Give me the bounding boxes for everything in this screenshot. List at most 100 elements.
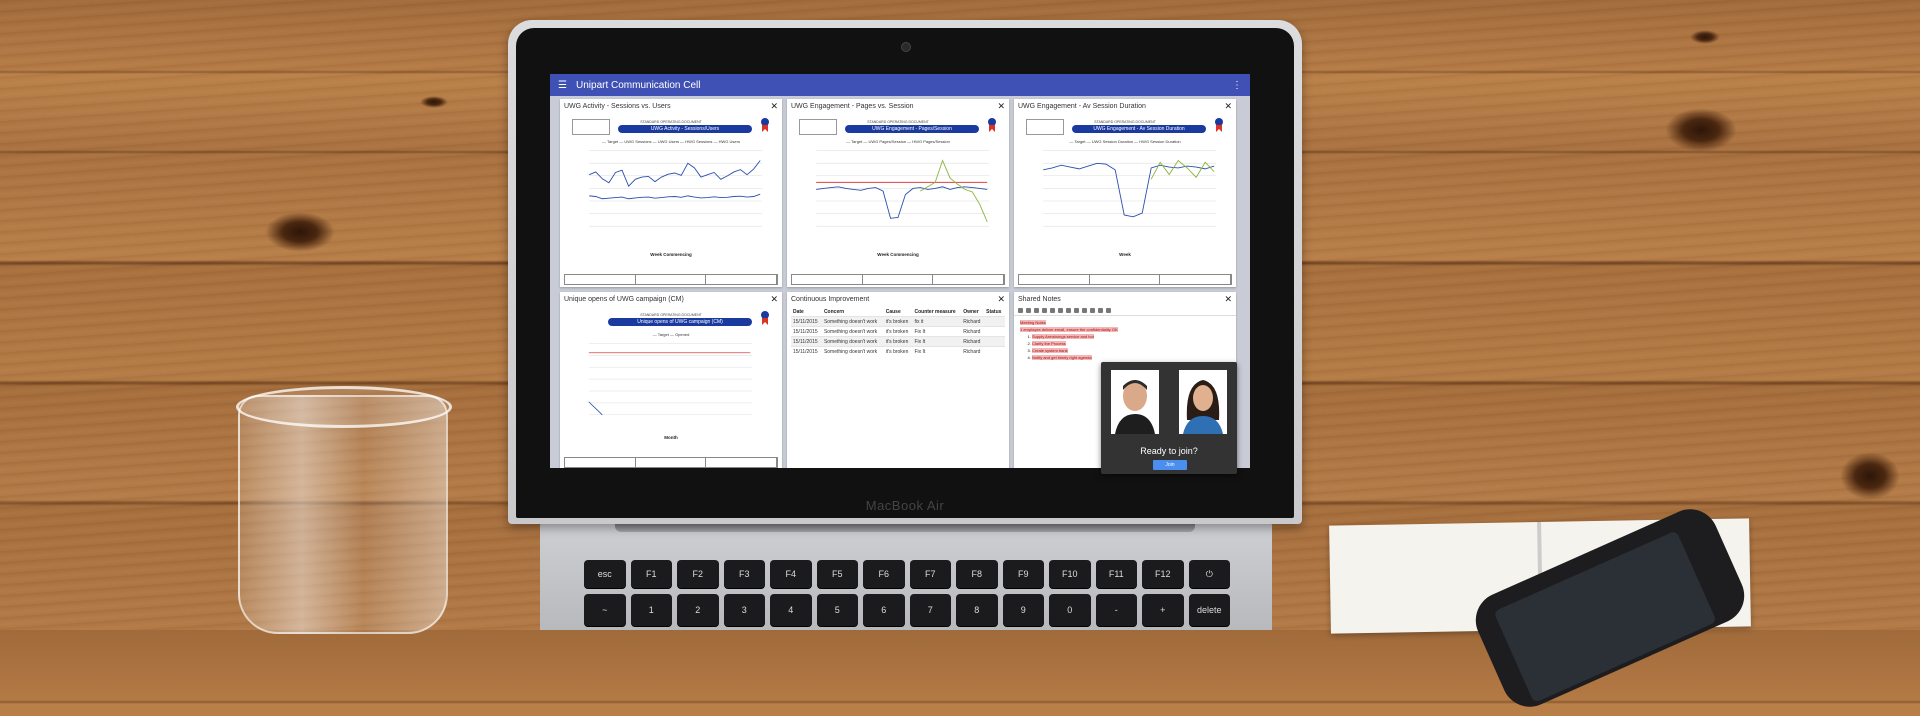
series-line — [589, 193, 761, 200]
x-axis-label: Month — [664, 435, 678, 440]
italic-icon[interactable] — [1026, 308, 1031, 313]
chart-banner: UWG Activity - Sessions/Users — [618, 125, 752, 133]
x-axis-label: Week — [1119, 252, 1131, 257]
ci-column-header: Status — [986, 309, 1002, 315]
link-icon[interactable] — [1090, 308, 1095, 313]
table-cell: Something doesn't work — [821, 326, 884, 337]
award-badge-icon — [761, 311, 769, 325]
chart-legend: — Target — UWG Sessions — UWG Users — HW… — [602, 139, 740, 144]
table-cell: it's broken — [883, 326, 913, 337]
chart-banner: UWG Engagement - Av Session Duration — [1072, 125, 1206, 133]
notes-item: Notify and get timely right agenda — [1032, 355, 1092, 360]
editor-toolbar — [1014, 306, 1236, 316]
series-line — [589, 160, 761, 187]
numbered-list-icon[interactable] — [1058, 308, 1063, 313]
app-title: Unipart Communication Cell — [576, 79, 701, 91]
table-row[interactable]: 15/11/2015 Something doesn't work it's bro… — [791, 316, 1005, 327]
series-line — [920, 159, 988, 222]
notes-item: Supply Armstrongs service and hot — [1032, 334, 1094, 339]
close-icon[interactable]: ✕ — [770, 294, 778, 305]
card-title: UWG Activity - Sessions vs. Users — [564, 102, 671, 110]
notes-heading: Meeting Notes — [1020, 320, 1046, 325]
card-title: UWG Engagement - Av Session Duration — [1018, 102, 1146, 110]
table-row[interactable]: 15/11/2015 Something doesn't work it's bro… — [791, 336, 1005, 347]
chart-legend: — Target — UWG Pages/Session — HWG Pages… — [846, 139, 950, 144]
close-icon[interactable]: ✕ — [1224, 294, 1232, 305]
card-title: Unique opens of UWG campaign (CM) — [564, 295, 684, 303]
chart-plot — [589, 150, 762, 227]
notes-editor[interactable]: Meeting Notes 1 employee deliver email, … — [1014, 316, 1236, 364]
table-cell: 15/11/2015 — [791, 346, 822, 356]
card-title: Shared Notes — [1018, 295, 1061, 303]
ci-column-header: Date — [793, 309, 804, 315]
doc-label: STANDARD OPERATING DOCUMENT — [867, 120, 929, 124]
glass-rim — [236, 386, 452, 428]
doc-footer — [1018, 274, 1232, 285]
card-uwg-pages: UWG Engagement - Pages vs. Session ✕ STAN… — [787, 99, 1009, 287]
table-cell: Richard — [961, 336, 985, 347]
table-cell: 15/11/2015 — [791, 316, 822, 327]
wood-knot — [1840, 452, 1900, 500]
close-icon[interactable]: ✕ — [770, 101, 778, 112]
table-row[interactable]: 15/11/2015 Something doesn't work it's bro… — [791, 326, 1005, 337]
video-join-dialog: Ready to join? Join — [1101, 362, 1237, 474]
notes-item: Clarify the Process — [1032, 341, 1066, 346]
doc-footer — [564, 274, 778, 285]
doc-footer — [564, 457, 778, 468]
table-cell — [984, 346, 1005, 356]
close-icon[interactable]: ✕ — [1224, 101, 1232, 112]
table-cell: Something doesn't work — [821, 336, 884, 347]
camera-icon — [901, 42, 911, 52]
table-cell — [984, 316, 1005, 327]
chart-plot — [1043, 150, 1216, 227]
close-icon[interactable]: ✕ — [997, 294, 1005, 305]
keyboard-row-function: esc F1 F2 F3 F4 F5 F6 F7 F8 F9 F10 F11 F12 ⏻ — [584, 560, 1230, 588]
chart-banner: UWG Engagement - Pages/Session — [845, 125, 979, 133]
table-cell: Richard — [961, 326, 985, 337]
table-cell: Fix It — [912, 346, 962, 356]
table-cell: Richard — [961, 316, 985, 327]
redo-icon[interactable] — [1082, 308, 1087, 313]
menu-icon[interactable]: ☰ — [558, 80, 568, 91]
wood-knot — [1665, 108, 1737, 152]
indent-icon[interactable] — [1066, 308, 1071, 313]
wood-knot — [1690, 30, 1720, 44]
table-cell: Fix It — [912, 326, 962, 337]
water-glass — [238, 395, 448, 634]
close-icon[interactable]: ✕ — [997, 101, 1005, 112]
bold-icon[interactable] — [1018, 308, 1023, 313]
table-cell: Something doesn't work — [821, 346, 884, 356]
card-title: UWG Engagement - Pages vs. Session — [791, 102, 914, 110]
underline-icon[interactable] — [1034, 308, 1039, 313]
x-axis-label: Week Commencing — [877, 252, 919, 257]
chart-plot — [816, 150, 989, 227]
join-button[interactable]: Join — [1153, 460, 1187, 470]
ci-column-header: Concern — [823, 309, 845, 315]
list-icon[interactable] — [1050, 308, 1055, 313]
table-cell: it's broken — [883, 346, 913, 356]
ci-column-header: Counter measure — [914, 309, 956, 315]
card-uwg-activity: UWG Activity - Sessions vs. Users ✕ STAND… — [560, 99, 782, 287]
x-axis-label: Week Commencing — [650, 252, 692, 257]
doc-label: STANDARD OPERATING DOCUMENT — [1094, 120, 1156, 124]
table-cell: 15/11/2015 — [791, 326, 822, 337]
award-badge-icon — [988, 118, 996, 132]
table-cell: Fix It — [912, 336, 962, 347]
table-row[interactable]: 15/11/2015 Something doesn't work it's bro… — [791, 346, 1005, 356]
doc-label: STANDARD OPERATING DOCUMENT — [640, 120, 702, 124]
award-badge-icon — [761, 118, 769, 132]
notes-line: 1 employee deliver email, ensure the con… — [1020, 327, 1118, 332]
image-icon[interactable] — [1098, 308, 1103, 313]
undo-icon[interactable] — [1074, 308, 1079, 313]
wood-knot — [420, 96, 448, 108]
ready-to-join-text: Ready to join? — [1140, 446, 1198, 456]
more-vert-icon[interactable]: ⋮ — [1232, 80, 1242, 91]
settings-icon[interactable] — [1106, 308, 1111, 313]
participant-video-male — [1111, 370, 1159, 434]
card-unique-opens: Unique opens of UWG campaign (CM) ✕ STAND… — [560, 292, 782, 468]
ci-table: Date Concern Cause Counter measure Owner Stat… — [791, 308, 1005, 356]
notes-item: Create system bank — [1032, 348, 1068, 353]
ci-column-header: Owner — [963, 309, 979, 315]
strike-icon[interactable] — [1042, 308, 1047, 313]
chart-legend: — Target — Opened — [652, 332, 690, 337]
